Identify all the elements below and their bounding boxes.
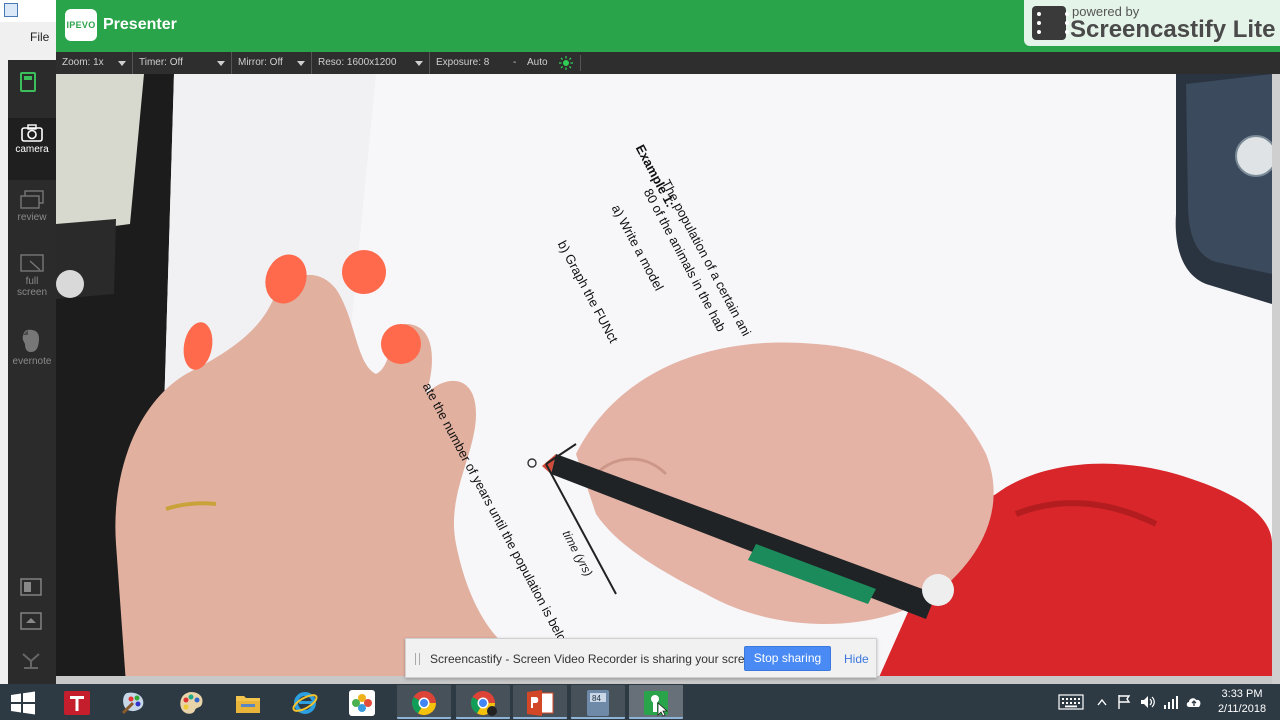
sidebar-item-evernote[interactable]: evernote: [8, 322, 56, 382]
show-hidden-icons-icon[interactable]: [1097, 698, 1107, 706]
sidebar-item-label: full screen: [17, 276, 48, 298]
chevron-down-icon: [118, 61, 126, 66]
watermark-brand: Screencastify Lite: [1070, 16, 1276, 43]
exposure-decrease[interactable]: -: [513, 52, 523, 74]
chrome-icon: [411, 691, 436, 716]
ti84-calculator-icon: 84: [587, 690, 609, 716]
exposure-control[interactable]: Exposure: 8: [436, 52, 489, 74]
review-icon: [20, 190, 44, 209]
taskbar-chrome-profile[interactable]: [456, 685, 510, 719]
auto-exposure-label[interactable]: Auto: [527, 52, 548, 74]
calculator-icon[interactable]: [20, 72, 36, 92]
taskbar-ti84-emulator[interactable]: 84: [571, 685, 625, 719]
sidebar-item-label: review: [17, 212, 47, 223]
taskbar-photos[interactable]: [335, 685, 389, 719]
sidebar-item-review[interactable]: review: [8, 184, 56, 244]
settings-panel-icon[interactable]: [20, 578, 42, 596]
windows-taskbar: 84 3:33 PM 2/11/2018: [0, 684, 1280, 720]
camera-image: [56, 74, 1272, 684]
ipevo-presenter-icon: [644, 691, 669, 717]
volume-icon[interactable]: [1140, 694, 1156, 710]
mirror-label: Mirror: Off: [238, 57, 283, 68]
chevron-down-icon: [217, 61, 225, 66]
full-screen-icon: [20, 254, 44, 272]
sidebar-item-label: camera: [15, 144, 49, 155]
photos-icon: [349, 690, 375, 716]
palette-icon: [180, 692, 203, 714]
taskbar-text-app[interactable]: [50, 685, 104, 719]
timer-select[interactable]: Timer: Off: [133, 52, 232, 74]
chrome-profile-icon: [470, 691, 497, 716]
background-app-icon: [4, 3, 18, 17]
windows-start-icon[interactable]: [10, 691, 36, 715]
evernote-icon: [22, 329, 39, 352]
clock-time: 3:33 PM: [1221, 688, 1263, 700]
toolbar-divider: [580, 55, 581, 71]
sidebar-item-label: evernote: [12, 356, 52, 367]
chevron-down-icon: [297, 61, 305, 66]
taskbar-palette-app[interactable]: [164, 685, 218, 719]
chevron-down-icon: [415, 61, 423, 66]
camera-icon: [21, 124, 43, 142]
screen: File IPEVO Presenter powered by Screenca…: [0, 0, 1280, 720]
zoom-select[interactable]: Zoom: 1x: [56, 52, 133, 74]
ipevo-tools-icon[interactable]: [20, 652, 42, 670]
calculator-badge-text: 84: [592, 694, 601, 703]
resolution-label: Reso: 1600x1200: [318, 57, 397, 68]
hide-link[interactable]: Hide: [844, 652, 869, 666]
sharing-notification: Screencastify - Screen Video Recorder is…: [405, 638, 877, 678]
camera-toolbar: Zoom: 1x Timer: Off Mirror: Off Reso: 16…: [56, 52, 1280, 74]
ipevo-logo: IPEVO: [65, 9, 97, 41]
resolution-select[interactable]: Reso: 1600x1200: [312, 52, 430, 74]
sharing-message: Screencastify - Screen Video Recorder is…: [430, 652, 762, 666]
camera-scroll-edge: [1272, 74, 1280, 684]
taskbar-paint-app[interactable]: [107, 685, 161, 719]
taskbar-file-explorer[interactable]: [221, 685, 275, 719]
sidebar-item-full-screen[interactable]: full screen: [8, 248, 56, 318]
app-title: Presenter: [103, 16, 177, 33]
film-icon: [1032, 6, 1069, 40]
paint-app-icon: [121, 692, 144, 715]
internet-explorer-icon: [292, 692, 318, 714]
sidebar-item-camera[interactable]: camera: [8, 118, 56, 180]
hide-panel-icon[interactable]: [20, 612, 42, 630]
system-clock[interactable]: 3:33 PM 2/11/2018: [1212, 687, 1272, 717]
camera-view[interactable]: Example 1: The population of a certain a…: [56, 74, 1272, 684]
action-center-flag-icon[interactable]: [1117, 694, 1131, 710]
exposure-label: Exposure: 8: [436, 57, 490, 68]
powerpoint-icon: [527, 690, 554, 716]
taskbar-internet-explorer[interactable]: [278, 685, 332, 719]
keyboard-icon[interactable]: [1058, 694, 1084, 710]
screencastify-watermark: powered by Screencastify Lite: [1024, 0, 1280, 46]
taskbar-ipevo-presenter[interactable]: [629, 685, 683, 719]
stop-sharing-button[interactable]: Stop sharing: [744, 646, 831, 671]
network-signal-icon[interactable]: [1163, 694, 1179, 710]
taskbar-powerpoint[interactable]: [513, 685, 567, 719]
clock-date: 2/11/2018: [1217, 703, 1267, 715]
cloud-upload-icon[interactable]: [1185, 694, 1203, 710]
zoom-label: Zoom: 1x: [62, 57, 104, 68]
folder-icon: [236, 696, 260, 713]
text-app-icon: [64, 691, 90, 715]
timer-label: Timer: Off: [139, 57, 183, 68]
menu-file[interactable]: File: [30, 30, 49, 44]
drag-handle-icon[interactable]: [415, 653, 420, 665]
taskbar-chrome[interactable]: [397, 685, 451, 719]
mirror-select[interactable]: Mirror: Off: [232, 52, 312, 74]
auto-exposure-icon[interactable]: [559, 56, 573, 70]
presenter-sidebar: camera review full screen evernote: [8, 60, 56, 684]
